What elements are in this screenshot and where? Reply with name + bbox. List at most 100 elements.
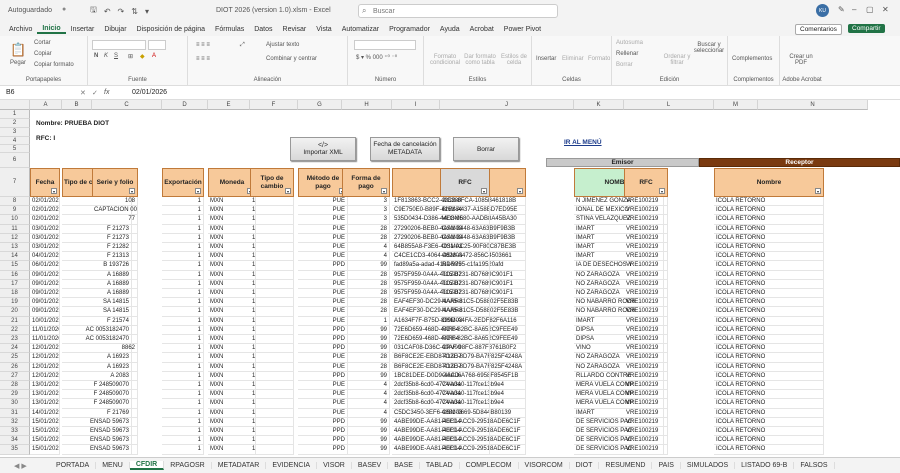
table-cell[interactable]: PUE <box>298 243 348 253</box>
table-cell[interactable]: VRE100219 <box>624 399 668 409</box>
table-cell[interactable]: 15/01/2026 I <box>30 436 60 446</box>
align-top-icon[interactable]: ≡ ≡ ≡ <box>196 42 210 48</box>
table-cell[interactable] <box>92 427 138 437</box>
table-cell[interactable]: 1 <box>162 224 204 234</box>
table-cell[interactable]: VRE100219 <box>624 353 668 363</box>
find-select-button[interactable]: Buscar y seleccionar <box>692 42 726 54</box>
table-cell[interactable]: CVA04 <box>440 390 490 400</box>
table-cell[interactable]: PPD <box>298 436 348 446</box>
formula-input[interactable]: 02/01/2026 <box>132 89 167 96</box>
table-cell[interactable]: 3 <box>342 215 390 225</box>
table-cell[interactable]: 02/01/2026 I <box>30 215 60 225</box>
column-header-h[interactable]: H <box>342 100 392 110</box>
tab-automatizar[interactable]: Automatizar <box>337 26 384 33</box>
sheet-tab-base[interactable]: BASE <box>388 462 420 469</box>
table-cell[interactable]: MXN <box>208 233 256 243</box>
row-header[interactable]: 23 <box>0 335 30 345</box>
font-color-icon[interactable]: A <box>152 53 156 59</box>
table-cell[interactable]: VRE100219 <box>624 224 668 234</box>
table-cell[interactable]: 1 <box>250 335 294 345</box>
table-cell[interactable]: VRE100219 <box>624 215 668 225</box>
table-cell[interactable]: PUE <box>298 381 348 391</box>
table-cell[interactable]: 3 <box>342 206 390 216</box>
format-table-button[interactable]: Dar formato como tabla <box>464 54 496 66</box>
row-header[interactable]: 32 <box>0 417 30 427</box>
row-header[interactable]: 11 <box>0 224 30 234</box>
table-cell[interactable]: ICOLA RETORNO <box>714 197 824 207</box>
table-cell[interactable]: ICOLA RETORNO <box>714 261 824 271</box>
table-cell[interactable] <box>92 261 138 271</box>
sheet-tab-visor[interactable]: VISOR <box>317 462 352 469</box>
copy-button[interactable]: Copiar <box>34 51 52 57</box>
filter-dropdown-icon[interactable]: ▾ <box>517 188 523 194</box>
search-box[interactable]: ⌕ Buscar <box>358 4 558 18</box>
table-cell[interactable] <box>92 408 138 418</box>
table-cell[interactable]: PPD <box>298 371 348 381</box>
table-cell[interactable]: VRE100219 <box>624 335 668 345</box>
table-header-13[interactable]: Nombre <box>714 168 824 197</box>
table-cell[interactable]: VRE100219 <box>624 197 668 207</box>
table-cell[interactable]: VRE100219 <box>624 408 668 418</box>
tab-vista[interactable]: Vista <box>311 26 336 33</box>
table-cell[interactable]: 1 <box>162 408 204 418</box>
table-cell[interactable] <box>92 252 138 262</box>
row-header[interactable]: 19 <box>0 298 30 308</box>
table-cell[interactable]: MXN <box>208 261 256 271</box>
row-header[interactable]: 13 <box>0 243 30 253</box>
table-cell[interactable]: 10/01/2026 I <box>30 316 60 326</box>
table-cell[interactable]: 1 <box>250 279 294 289</box>
table-cell[interactable]: PUE <box>298 307 348 317</box>
row-header[interactable]: 3 <box>0 128 30 137</box>
table-cell[interactable]: 1 <box>162 344 204 354</box>
table-cell[interactable]: 1 <box>162 353 204 363</box>
table-cell[interactable]: CPV00 <box>440 344 490 354</box>
row-header[interactable]: 8 <box>0 197 30 207</box>
table-cell[interactable]: ICOLA RETORNO <box>714 325 824 335</box>
table-cell[interactable]: 11/01/2026 I <box>30 335 60 345</box>
table-cell[interactable]: PPD <box>298 261 348 271</box>
table-cell[interactable]: CAPTACION 0001 <box>92 206 138 216</box>
table-cell[interactable]: ICOLA RETORNO <box>714 233 824 243</box>
table-cell[interactable] <box>92 381 138 391</box>
table-cell[interactable]: 1 <box>162 399 204 409</box>
table-cell[interactable]: 1 <box>162 417 204 427</box>
table-cell[interactable]: 1 <box>162 270 204 280</box>
table-cell[interactable]: MXN <box>208 298 256 308</box>
sheet-tab-pais[interactable]: PAIS <box>652 462 681 469</box>
avatar[interactable]: KU <box>816 4 829 17</box>
bold-icon[interactable]: N <box>94 53 98 59</box>
table-cell[interactable] <box>92 353 138 363</box>
table-cell[interactable]: 4 <box>342 408 390 418</box>
filter-dropdown-icon[interactable]: ▾ <box>481 188 487 194</box>
table-cell[interactable]: 13/01/2026 I <box>30 381 60 391</box>
cancel-date-button[interactable]: Fecha de cancelación METADATA <box>370 137 440 161</box>
table-cell[interactable]: 1 <box>162 215 204 225</box>
table-cell[interactable] <box>92 325 138 335</box>
table-cell[interactable]: TOZD7 <box>440 353 490 363</box>
table-cell[interactable]: 99 <box>342 261 390 271</box>
table-cell[interactable]: VRE100219 <box>624 325 668 335</box>
table-cell[interactable] <box>92 316 138 326</box>
table-cell[interactable]: 1 <box>162 381 204 391</box>
table-cell[interactable]: 4 <box>342 399 390 409</box>
row-header[interactable]: 9 <box>0 206 30 216</box>
create-pdf-button[interactable]: Crear un PDF <box>786 54 816 66</box>
table-cell[interactable]: 13/01/2026 I <box>30 399 60 409</box>
table-cell[interactable]: ICOLA RETORNO <box>714 417 824 427</box>
table-cell[interactable]: VRE100219 <box>624 344 668 354</box>
tab-archivo[interactable]: Archivo <box>4 26 37 33</box>
table-cell[interactable]: 02/01/2026 I <box>30 206 60 216</box>
tab-power-pivot[interactable]: Power Pivot <box>499 26 546 33</box>
table-cell[interactable]: 09/01/2026 I <box>30 279 60 289</box>
close-icon[interactable]: ✕ <box>882 5 889 14</box>
table-cell[interactable]: PUE <box>298 353 348 363</box>
filter-dropdown-icon[interactable]: ▾ <box>195 188 201 194</box>
table-cell[interactable]: VRE100219 <box>624 371 668 381</box>
row-header[interactable]: 18 <box>0 289 30 299</box>
table-cell[interactable]: VRE100219 <box>624 390 668 400</box>
table-cell[interactable]: TOZD7 <box>440 289 490 299</box>
table-cell[interactable]: ICOLA RETORNO <box>714 270 824 280</box>
table-cell[interactable]: 1 <box>162 261 204 271</box>
table-cell[interactable]: PUE <box>298 233 348 243</box>
table-cell[interactable]: 1 <box>250 436 294 446</box>
